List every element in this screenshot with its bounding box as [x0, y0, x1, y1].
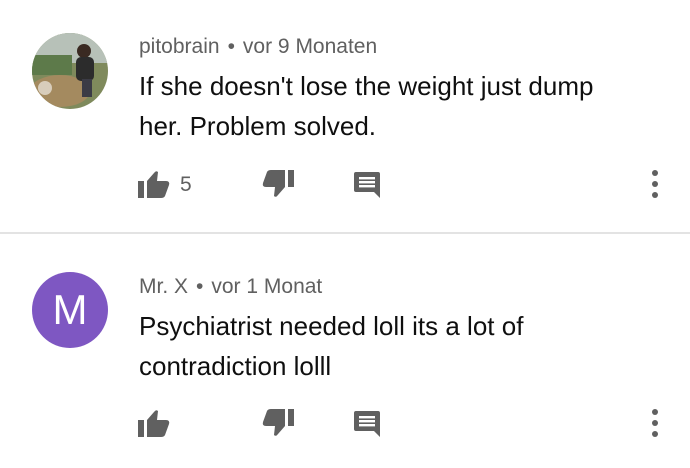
comment-text: If she doesn't lose the weight just dump… [139, 71, 594, 141]
thumb-up-icon[interactable] [138, 170, 170, 198]
more-vertical-icon[interactable] [650, 408, 660, 438]
avatar-photo [32, 33, 108, 109]
comment-thread-item: pitobrain • vor 9 Monaten If she doesn't l… [0, 0, 690, 232]
more-vertical-icon[interactable] [650, 169, 660, 199]
thumb-down-icon[interactable] [262, 170, 294, 198]
comment-actions [0, 407, 690, 443]
comment-meta: Mr. X • vor 1 Monat [139, 275, 322, 299]
comment-text: Psychiatrist needed loll its a lot of co… [139, 311, 524, 381]
like-count: 5 [180, 173, 192, 196]
avatar[interactable]: M [32, 272, 108, 348]
author-name[interactable]: Mr. X [139, 275, 188, 298]
comment-icon[interactable] [354, 411, 380, 437]
comment-timestamp[interactable]: vor 9 Monaten [243, 35, 377, 58]
author-name[interactable]: pitobrain [139, 35, 220, 58]
comment-icon[interactable] [354, 172, 380, 198]
meta-separator: • [227, 35, 235, 58]
thumb-up-icon[interactable] [138, 409, 170, 437]
meta-separator: • [196, 275, 204, 298]
comment-thread-item: M Mr. X • vor 1 Monat Psychiatrist needed … [0, 234, 690, 468]
comment-actions: 5 [0, 168, 690, 204]
avatar-letter: M [52, 286, 88, 333]
thumb-down-icon[interactable] [262, 409, 294, 437]
comment-timestamp[interactable]: vor 1 Monat [211, 275, 322, 298]
avatar[interactable] [32, 33, 108, 109]
comment-meta: pitobrain • vor 9 Monaten [139, 35, 377, 59]
